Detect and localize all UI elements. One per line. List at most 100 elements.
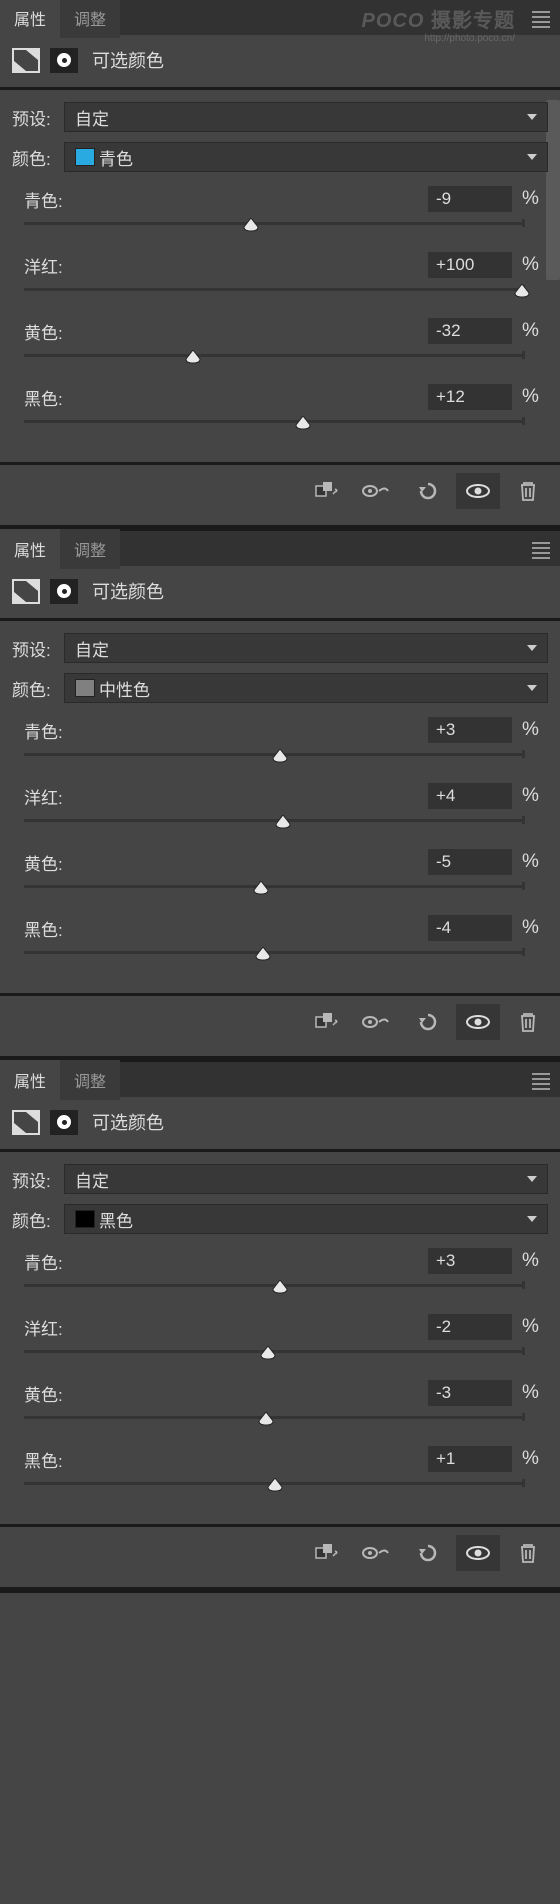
- slider-value-input[interactable]: [428, 717, 512, 743]
- slider-track[interactable]: [24, 1414, 522, 1432]
- slider-track[interactable]: [24, 286, 522, 304]
- preset-dropdown[interactable]: 自定: [64, 102, 548, 132]
- preset-dropdown[interactable]: 自定: [64, 633, 548, 663]
- color-label: 颜色:: [12, 145, 64, 170]
- slider-thumb[interactable]: [267, 1478, 283, 1492]
- chevron-down-icon: [527, 645, 537, 651]
- slider-label: 黑色:: [24, 916, 428, 941]
- slider-value-input[interactable]: [428, 1248, 512, 1274]
- visibility-button[interactable]: [456, 1535, 500, 1571]
- panel-menu-icon[interactable]: [532, 1070, 550, 1093]
- slider-track[interactable]: [24, 220, 522, 238]
- tab-adjustments[interactable]: 调整: [60, 0, 120, 38]
- slider-track[interactable]: [24, 1282, 522, 1300]
- slider-thumb[interactable]: [243, 218, 259, 232]
- adjustment-type-icon: [12, 48, 40, 73]
- reset-button[interactable]: [406, 473, 450, 509]
- slider-track[interactable]: [24, 418, 522, 436]
- tab-properties[interactable]: 属性: [0, 0, 60, 38]
- slider-value-input[interactable]: [428, 849, 512, 875]
- slider-value-input[interactable]: [428, 384, 512, 410]
- percent-label: %: [522, 320, 542, 342]
- slider-value-input[interactable]: [428, 186, 512, 212]
- slider-track[interactable]: [24, 817, 522, 835]
- chevron-down-icon: [527, 685, 537, 691]
- panel-menu-icon[interactable]: [532, 8, 550, 31]
- slider-label: 黄色:: [24, 319, 428, 344]
- panel-title: 可选颜色: [92, 578, 164, 604]
- visibility-button[interactable]: [456, 1004, 500, 1040]
- slider-value-input[interactable]: [428, 252, 512, 278]
- panel-menu-icon[interactable]: [532, 539, 550, 562]
- slider-thumb[interactable]: [185, 350, 201, 364]
- color-swatch: [75, 679, 95, 697]
- slider-track[interactable]: [24, 949, 522, 967]
- clip-to-layer-button[interactable]: [306, 1004, 350, 1040]
- mask-icon[interactable]: [50, 579, 78, 604]
- reset-button[interactable]: [406, 1004, 450, 1040]
- tab-properties[interactable]: 属性: [0, 1060, 60, 1100]
- percent-label: %: [522, 1250, 542, 1272]
- percent-label: %: [522, 188, 542, 210]
- slider-thumb[interactable]: [514, 284, 530, 298]
- percent-label: %: [522, 851, 542, 873]
- tab-bar: 属性调整: [0, 1062, 560, 1097]
- tab-bar: 属性调整: [0, 531, 560, 566]
- slider-track[interactable]: [24, 751, 522, 769]
- slider-track[interactable]: [24, 1348, 522, 1366]
- reset-button[interactable]: [406, 1535, 450, 1571]
- percent-label: %: [522, 254, 542, 276]
- slider-thumb[interactable]: [258, 1412, 274, 1426]
- percent-label: %: [522, 917, 542, 939]
- adjustment-type-icon: [12, 1110, 40, 1135]
- slider-value-input[interactable]: [428, 915, 512, 941]
- color-label: 颜色:: [12, 676, 64, 701]
- slider-thumb[interactable]: [260, 1346, 276, 1360]
- color-dropdown[interactable]: 黑色: [64, 1204, 548, 1234]
- delete-button[interactable]: [506, 1004, 550, 1040]
- slider-thumb[interactable]: [272, 1280, 288, 1294]
- slider-track[interactable]: [24, 352, 522, 370]
- color-swatch: [75, 148, 95, 166]
- slider-thumb[interactable]: [272, 749, 288, 763]
- adjustment-type-icon: [12, 579, 40, 604]
- slider-thumb[interactable]: [295, 416, 311, 430]
- chevron-down-icon: [527, 1216, 537, 1222]
- slider-label: 黄色:: [24, 1381, 428, 1406]
- slider-value-input[interactable]: [428, 1446, 512, 1472]
- delete-button[interactable]: [506, 473, 550, 509]
- color-label: 颜色:: [12, 1207, 64, 1232]
- preset-label: 预设:: [12, 1167, 64, 1192]
- mask-icon[interactable]: [50, 48, 78, 73]
- scrollbar[interactable]: [546, 100, 560, 280]
- slider-track[interactable]: [24, 883, 522, 901]
- view-previous-button[interactable]: [356, 1535, 400, 1571]
- slider-value-input[interactable]: [428, 783, 512, 809]
- preset-dropdown[interactable]: 自定: [64, 1164, 548, 1194]
- slider-label: 青色:: [24, 187, 428, 212]
- percent-label: %: [522, 386, 542, 408]
- clip-to-layer-button[interactable]: [306, 473, 350, 509]
- slider-thumb[interactable]: [253, 881, 269, 895]
- slider-thumb[interactable]: [275, 815, 291, 829]
- slider-track[interactable]: [24, 1480, 522, 1498]
- slider-value-input[interactable]: [428, 1380, 512, 1406]
- mask-icon[interactable]: [50, 1110, 78, 1135]
- color-dropdown[interactable]: 中性色: [64, 673, 548, 703]
- view-previous-button[interactable]: [356, 473, 400, 509]
- slider-thumb[interactable]: [255, 947, 271, 961]
- percent-label: %: [522, 719, 542, 741]
- visibility-button[interactable]: [456, 473, 500, 509]
- delete-button[interactable]: [506, 1535, 550, 1571]
- tab-properties[interactable]: 属性: [0, 529, 60, 569]
- percent-label: %: [522, 1316, 542, 1338]
- tab-adjustments[interactable]: 调整: [60, 529, 120, 569]
- tab-adjustments[interactable]: 调整: [60, 1060, 120, 1100]
- preset-label: 预设:: [12, 636, 64, 661]
- slider-value-input[interactable]: [428, 318, 512, 344]
- color-dropdown[interactable]: 青色: [64, 142, 548, 172]
- clip-to-layer-button[interactable]: [306, 1535, 350, 1571]
- slider-value-input[interactable]: [428, 1314, 512, 1340]
- view-previous-button[interactable]: [356, 1004, 400, 1040]
- chevron-down-icon: [527, 1176, 537, 1182]
